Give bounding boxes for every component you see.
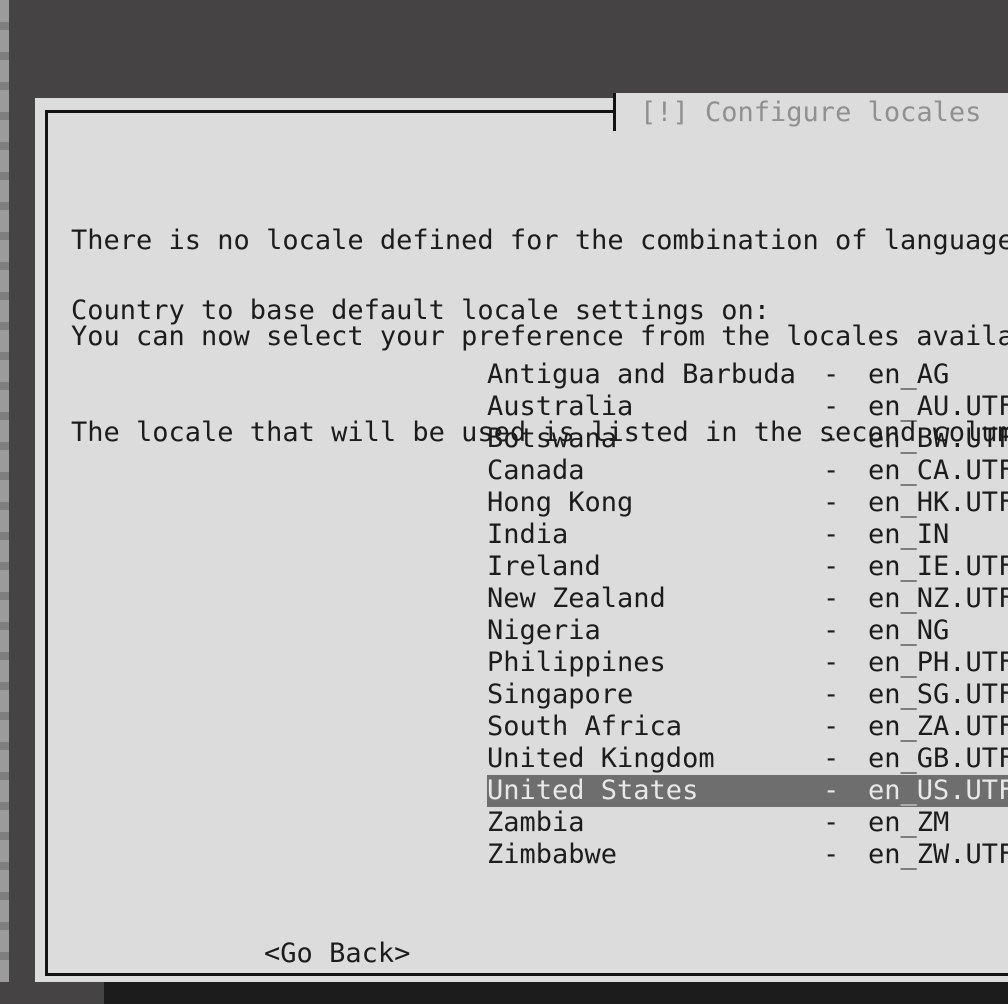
list-item-country: Australia [487,391,634,422]
list-item-locale: en_US.UTF [868,775,1008,806]
list-item-separator: - [823,423,840,454]
list-item-separator: - [823,391,840,422]
list-item[interactable]: New Zealand - en_NZ.UTF [48,583,1008,615]
list-item[interactable]: Singapore - en_SG.UTF [48,679,1008,711]
list-item-locale: en_HK.UTF [868,487,1008,518]
screen-bottom-strip-left-gap [0,982,104,1004]
list-item-locale: en_ZA.UTF [868,711,1008,742]
list-item-country: United States [487,775,699,806]
list-item-locale: en_PH.UTF [868,647,1008,678]
list-item-country: Ireland [487,551,601,582]
list-item-country: Nigeria [487,615,601,646]
list-item-locale: en_NZ.UTF [868,583,1008,614]
dialog-title-bar: [!] Configure locales [48,93,1008,131]
list-item-country: South Africa [487,711,683,742]
list-item-locale: en_ZM [868,807,950,838]
list-item-separator: - [823,551,840,582]
list-item-country: Botswana [487,423,618,454]
terminal-screen: [!] Configure locales There is no locale… [0,0,1008,1004]
list-item-locale: en_GB.UTF [868,743,1008,774]
list-item-country: Zimbabwe [487,839,618,870]
list-item[interactable]: Hong Kong - en_HK.UTF [48,487,1008,519]
list-item[interactable]: Antigua and Barbuda - en_AG [48,359,1008,391]
list-item-separator: - [823,647,840,678]
list-item[interactable]: India - en_IN [48,519,1008,551]
list-item-country: New Zealand [487,583,666,614]
dialog-frame: [!] Configure locales There is no locale… [45,93,1008,976]
list-item-country: Zambia [487,807,585,838]
list-item[interactable]: Ireland - en_IE.UTF [48,551,1008,583]
list-item-separator: - [823,359,840,390]
list-item[interactable]: Australia - en_AU.UTF [48,391,1008,423]
background-window-text-lines [0,0,9,1004]
list-item-country: United Kingdom [487,743,715,774]
country-prompt-label: Country to base default locale settings … [71,295,770,326]
list-item-separator: - [823,743,840,774]
list-item[interactable]: Philippines - en_PH.UTF [48,647,1008,679]
dialog-title: [!] Configure locales [640,97,982,128]
list-item-locale: en_IN [868,519,950,550]
title-tick-left-icon [613,93,616,131]
list-item-separator: - [823,487,840,518]
list-item-country: Antigua and Barbuda [487,359,796,390]
list-item-separator: - [823,807,840,838]
configure-locales-dialog: [!] Configure locales There is no locale… [35,93,1008,982]
list-item-country: India [487,519,569,550]
list-item-separator: - [823,455,840,486]
list-item-separator: - [823,711,840,742]
list-item[interactable]: United States - en_US.UTF [48,775,1008,807]
list-item-country: Hong Kong [487,487,634,518]
list-item-locale: en_AG [868,359,950,390]
list-item[interactable]: United Kingdom - en_GB.UTF [48,743,1008,775]
list-item-locale: en_IE.UTF [868,551,1008,582]
country-locale-list[interactable]: Antigua and Barbuda - en_AG Australia - en_AU… [48,359,1008,871]
list-item-separator: - [823,583,840,614]
list-item-separator: - [823,839,840,870]
list-item-locale: en_BW.UTF [868,423,1008,454]
list-item-separator: - [823,519,840,550]
list-item-locale: en_ZW.UTF [868,839,1008,870]
list-item-separator: - [823,615,840,646]
list-item-separator: - [823,775,840,806]
list-item-locale: en_SG.UTF [868,679,1008,710]
list-item-separator: - [823,679,840,710]
list-item[interactable]: South Africa - en_ZA.UTF [48,711,1008,743]
list-item-locale: en_CA.UTF [868,455,1008,486]
list-item-locale: en_AU.UTF [868,391,1008,422]
list-item-country: Singapore [487,679,634,710]
list-item[interactable]: Botswana - en_BW.UTF [48,423,1008,455]
list-item[interactable]: Zambia - en_ZM [48,807,1008,839]
list-item[interactable]: Zimbabwe - en_ZW.UTF [48,839,1008,871]
description-line-1: There is no locale defined for the combi… [71,225,1008,256]
background-window-sliver[interactable] [0,0,9,1004]
list-item[interactable]: Canada - en_CA.UTF [48,455,1008,487]
go-back-button[interactable]: <Go Back> [264,938,410,970]
screen-bottom-strip [0,982,1008,1004]
list-item-country: Philippines [487,647,666,678]
list-item[interactable]: Nigeria - en_NG [48,615,1008,647]
list-item-locale: en_NG [868,615,950,646]
list-item-country: Canada [487,455,585,486]
